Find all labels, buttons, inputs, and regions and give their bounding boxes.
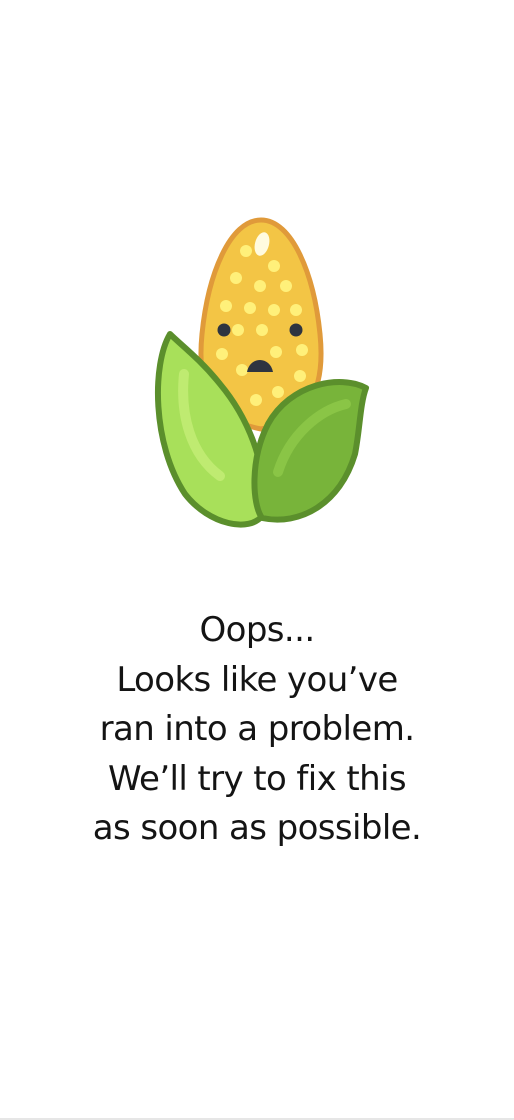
error-message-line: We’ll try to fix this (107, 758, 407, 799)
error-message-title: Oops... (199, 610, 315, 650)
error-screen: Oops... Looks like you’ve ran into a pro… (0, 0, 514, 1118)
error-message-line: ran into a problem. (99, 709, 415, 749)
error-message: Oops... Looks like you’ve ran into a pro… (0, 606, 514, 854)
error-message-line: as soon as possible. (92, 808, 422, 848)
error-message-line: Looks like you’ve (116, 659, 398, 700)
sad-corn-icon (154, 217, 369, 528)
